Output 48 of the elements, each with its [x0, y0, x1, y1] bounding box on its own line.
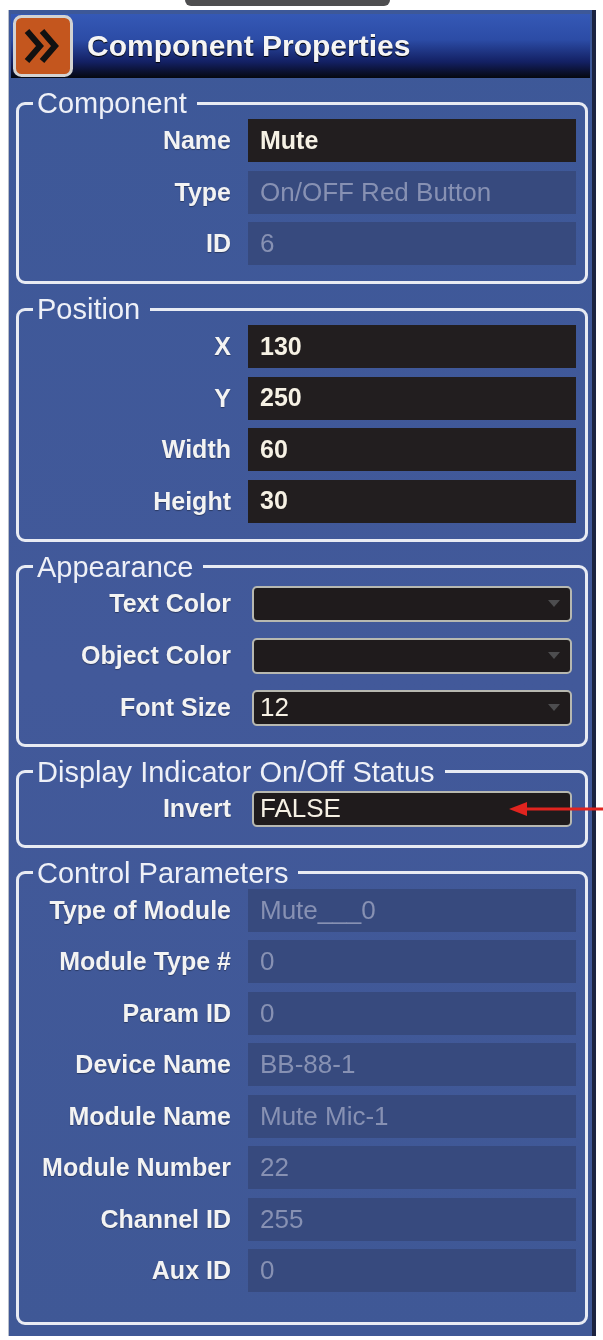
dropdown-field[interactable]: [252, 585, 572, 622]
field-label: Module Type #: [59, 949, 231, 974]
field-label: X: [214, 334, 231, 359]
text-field[interactable]: 130: [248, 325, 576, 368]
text-field[interactable]: 250: [248, 376, 576, 420]
text-field: 255: [248, 1197, 576, 1241]
dropdown-field[interactable]: 12: [252, 689, 572, 726]
text-field: BB-88-1: [248, 1043, 576, 1086]
caret-icon: [548, 704, 560, 711]
field-label: Font Size: [119, 695, 231, 720]
text-field: Mute___0: [248, 888, 576, 932]
field-label: Device Name: [75, 1052, 231, 1077]
group-title: Control Parameters: [36, 857, 290, 888]
field-label: Channel ID: [100, 1206, 231, 1232]
field-label: ID: [206, 231, 231, 256]
text-field: Mute Mic-1: [248, 1094, 576, 1138]
group-title: Position: [36, 294, 142, 324]
field-label: Object Color: [81, 643, 231, 668]
caret-icon: [548, 600, 560, 607]
field-label: Height: [153, 488, 231, 514]
text-field[interactable]: Mute: [248, 119, 576, 162]
field-label: Module Number: [42, 1155, 231, 1180]
group-title: Appearance: [36, 551, 195, 582]
text-field: 22: [248, 1146, 576, 1189]
text-field[interactable]: 60: [248, 428, 576, 471]
field-label: Aux ID: [151, 1258, 231, 1283]
field-label: Invert: [162, 796, 231, 821]
text-field: 6: [248, 222, 576, 265]
field-label: Text Color: [109, 591, 231, 616]
text-field: On/OFF Red Button: [248, 170, 576, 214]
field-label: Module Name: [68, 1103, 231, 1129]
caret-icon: [548, 652, 560, 659]
field-label: Param ID: [122, 1000, 231, 1026]
field-label: Y: [214, 385, 231, 411]
panel-title: Component Properties: [87, 31, 411, 61]
field-label: Width: [161, 437, 231, 462]
field-label: Name: [162, 128, 231, 153]
field-label: Type of Module: [49, 897, 231, 923]
text-field: 0: [248, 1249, 576, 1292]
double-chevron-icon[interactable]: [13, 15, 73, 77]
value-field[interactable]: FALSE: [252, 790, 572, 827]
dropdown-field[interactable]: [252, 637, 572, 674]
group-title: Component: [36, 88, 188, 118]
text-field[interactable]: 30: [248, 479, 576, 523]
group-title: Display Indicator On/Off Status: [36, 756, 436, 787]
text-field: 0: [248, 991, 576, 1035]
text-field: 0: [248, 940, 576, 983]
field-label: Type: [174, 179, 231, 205]
